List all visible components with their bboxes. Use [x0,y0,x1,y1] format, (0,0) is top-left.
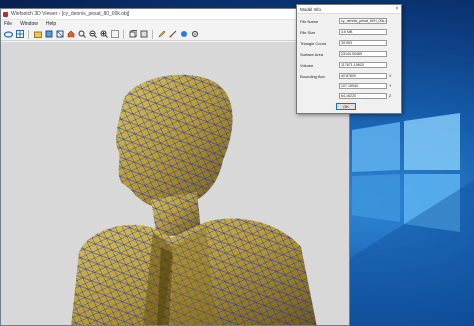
dialog-title: Model Info [300,6,322,12]
zoom-fit-icon[interactable] [99,30,108,39]
home-icon[interactable] [66,30,75,39]
label-volume: Volume [300,63,314,68]
box-icon[interactable] [128,30,137,39]
dialog-titlebar[interactable]: Model Info × [297,5,401,14]
label-surface-area: Surface Area [300,52,324,57]
open-icon[interactable] [33,30,42,39]
axis-x-label: X [389,74,392,78]
model-info-dialog: Model Info × File Name cy_dennis_pesat_8… [296,4,402,114]
sphere-icon[interactable] [179,30,188,39]
bounding-box-icon[interactable] [139,30,148,39]
menu-window[interactable]: Window [20,21,38,27]
zoom-in-icon[interactable] [77,30,86,39]
zoom-out-icon[interactable] [88,30,97,39]
cube-wire-icon[interactable] [55,30,64,39]
label-file-name: File Name [300,19,319,24]
ok-button[interactable]: OK [336,103,356,110]
toolbar-separator [152,29,153,39]
label-triangle-count: Triangle Count [300,41,327,46]
axis-y-label: Y [389,84,392,88]
edit-icon[interactable] [157,30,166,39]
field-file-size: 4.6 MB [339,29,387,35]
label-file-size: File Size [300,30,316,35]
field-file-name: cy_dennis_pesat_80H_00k.obj [339,18,387,24]
measure-icon[interactable] [168,30,177,39]
zoom-window-icon[interactable] [110,30,119,39]
axis-z-label: Z [389,94,392,98]
close-icon[interactable]: × [393,6,401,12]
field-surface-area: 23144.09465 [339,51,387,57]
field-bbox-z: 64.16220 [339,93,387,99]
toolbar-separator [123,29,124,39]
field-triangle-count: 39,993 [339,40,387,46]
field-volume: 117671.19820 [339,62,387,68]
view-orientation-icon[interactable] [4,30,13,39]
label-bounding-box: Bounding Box [300,74,325,79]
settings-icon[interactable] [190,30,199,39]
field-bbox-y: 107.15940 [339,83,387,89]
menu-file[interactable]: File [4,21,12,27]
app-icon [3,11,8,17]
cube-solid-icon[interactable] [44,30,53,39]
toolbar-separator [28,29,29,39]
grid-icon[interactable] [15,30,24,39]
field-bbox-x: 40.87600 [339,73,387,79]
menu-help[interactable]: Help [46,21,56,27]
